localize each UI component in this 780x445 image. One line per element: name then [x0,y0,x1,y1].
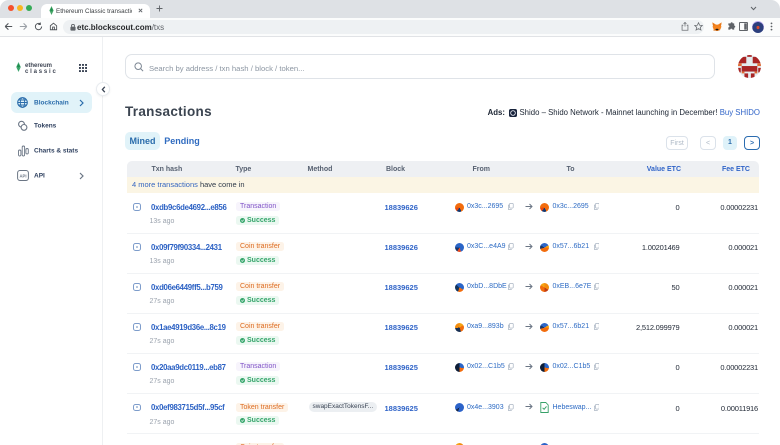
svg-text:API: API [19,173,26,178]
